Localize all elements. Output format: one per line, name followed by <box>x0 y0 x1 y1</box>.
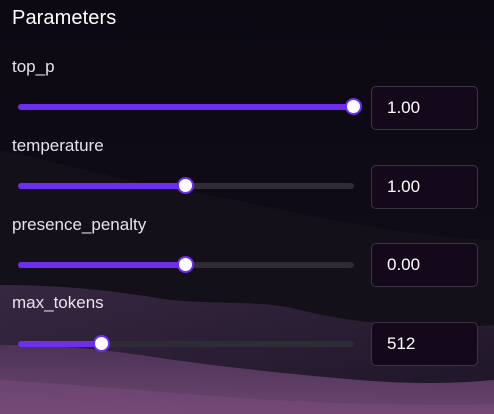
slider-fill <box>18 183 186 189</box>
parameters-panel: Parameters top_p 1.00 temperature 1.00 p… <box>0 0 494 414</box>
presence-penalty-value-input[interactable]: 0.00 <box>371 243 478 287</box>
slider-fill <box>18 262 186 268</box>
param-label-max-tokens: max_tokens <box>12 293 104 312</box>
max-tokens-value-input[interactable]: 512 <box>371 322 478 366</box>
slider-temperature[interactable] <box>18 176 354 196</box>
panel-title: Parameters <box>12 7 117 29</box>
slider-thumb[interactable] <box>177 256 194 273</box>
slider-fill <box>18 104 354 110</box>
slider-max-tokens[interactable] <box>18 334 354 354</box>
param-label-presence-penalty: presence_penalty <box>12 215 147 234</box>
param-label-temperature: temperature <box>12 136 104 155</box>
slider-thumb[interactable] <box>93 335 110 352</box>
slider-top-p[interactable] <box>18 97 362 117</box>
slider-presence-penalty[interactable] <box>18 255 354 275</box>
top-p-value-input[interactable]: 1.00 <box>371 86 478 130</box>
param-label-top-p: top_p <box>12 57 55 76</box>
slider-thumb[interactable] <box>345 98 362 115</box>
temperature-value-input[interactable]: 1.00 <box>371 165 478 209</box>
slider-fill <box>18 341 102 347</box>
slider-thumb[interactable] <box>177 177 194 194</box>
